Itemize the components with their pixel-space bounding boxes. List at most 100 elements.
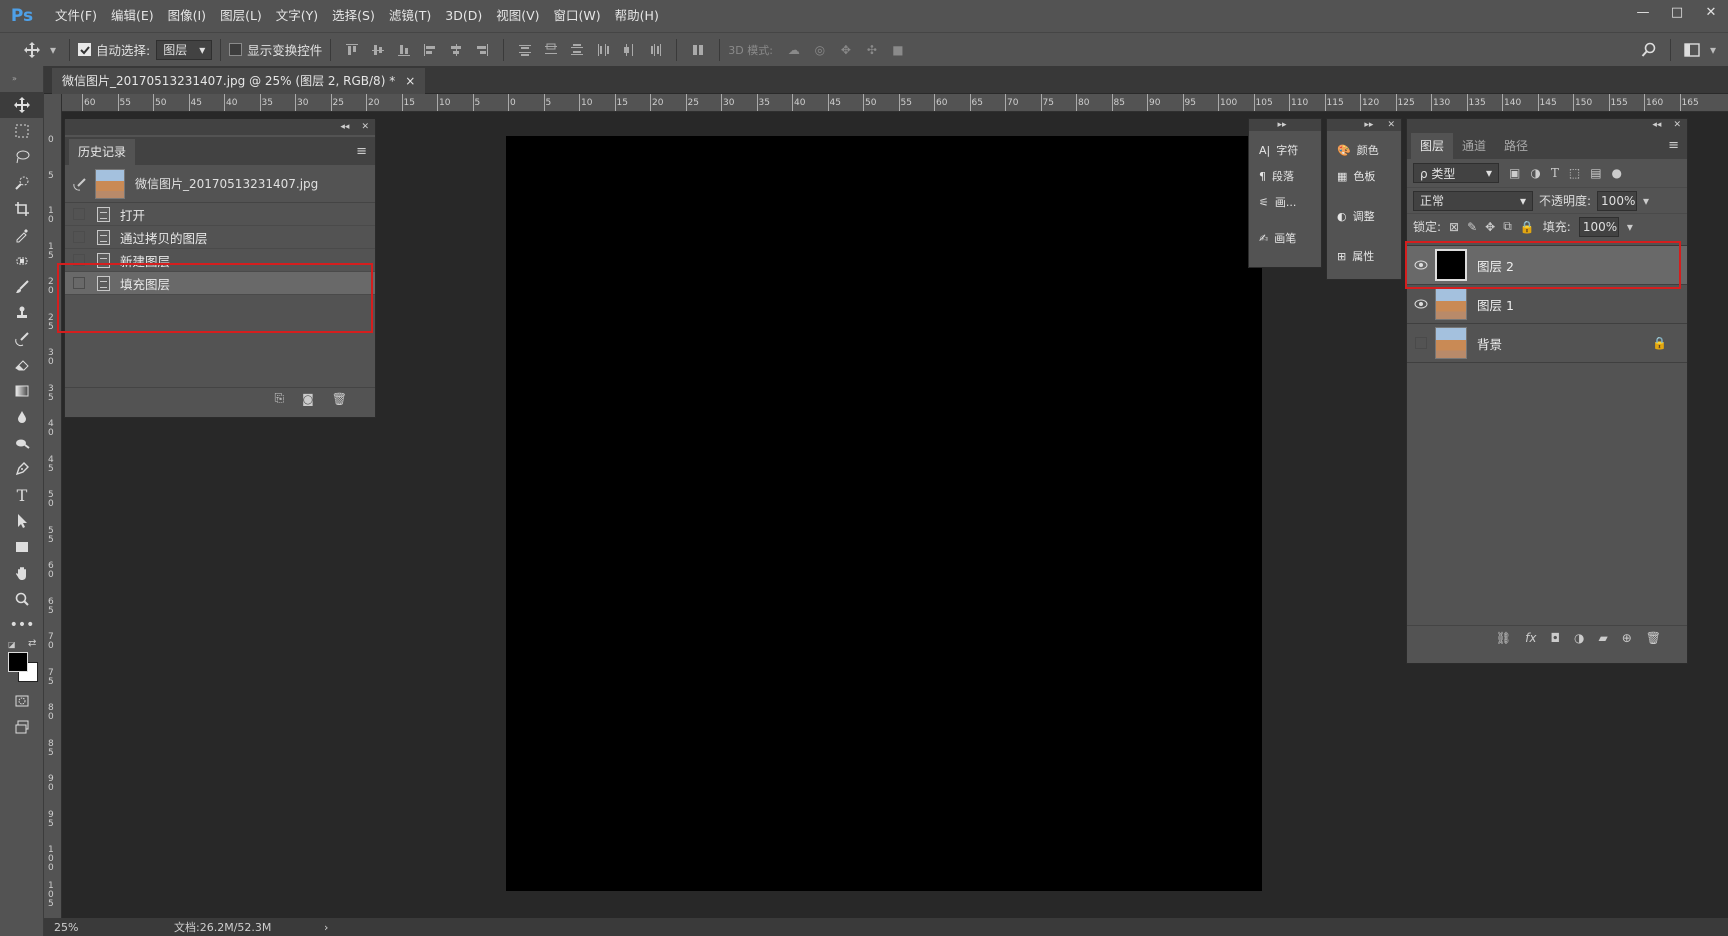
type-tool-icon[interactable]: T (0, 482, 44, 508)
rectangle-tool-icon[interactable] (0, 534, 44, 560)
hand-tool-icon[interactable] (0, 560, 44, 586)
panel-close-icon[interactable]: ✕ (1673, 120, 1681, 130)
filter-pixel-icon[interactable]: ▣ (1509, 166, 1520, 180)
menu-layer[interactable]: 图层(L) (213, 0, 269, 32)
distribute-hcenter-icon[interactable] (617, 38, 641, 62)
filter-toggle-icon[interactable]: ● (1612, 166, 1622, 180)
layer-filter-dropdown[interactable]: ρ 类型 ▾ (1413, 163, 1499, 183)
delete-state-icon[interactable]: 🗑 (332, 392, 347, 406)
toolbar-collapse-icon[interactable]: » (0, 66, 43, 92)
workspace-chevron-icon[interactable]: ▾ (1706, 38, 1720, 62)
history-brush-tool-icon[interactable] (0, 326, 44, 352)
menu-filter[interactable]: 滤镜(T) (382, 0, 438, 32)
workspace-icon[interactable] (1680, 38, 1704, 62)
filter-shape-icon[interactable]: ⬚ (1569, 166, 1580, 180)
align-right-icon[interactable] (470, 38, 494, 62)
history-step[interactable]: 打开 (65, 203, 375, 226)
menu-window[interactable]: 窗口(W) (547, 0, 608, 32)
default-colors-icon[interactable]: ◪ (8, 640, 16, 649)
paragraph-item[interactable]: ¶ 段落 (1249, 163, 1321, 189)
tool-preset-chevron-icon[interactable]: ▾ (46, 38, 60, 62)
lasso-tool-icon[interactable] (0, 144, 44, 170)
tab-channels[interactable]: 通道 (1453, 133, 1495, 159)
adjustments-item[interactable]: ◐ 调整 (1327, 203, 1401, 229)
layer-row[interactable]: 图层 1 (1407, 285, 1687, 324)
new-snapshot-icon[interactable]: ◙ (302, 392, 314, 406)
collapse-icon[interactable]: ◂◂ (340, 122, 349, 132)
fill-chevron-icon[interactable]: ▾ (1627, 220, 1633, 234)
zoom-tool-icon[interactable] (0, 586, 44, 612)
show-transform-checkbox[interactable] (229, 43, 243, 56)
menu-file[interactable]: 文件(F) (48, 0, 104, 32)
expand-icon[interactable]: ▸▸ (1364, 120, 1373, 130)
align-hcenter-icon[interactable] (444, 38, 468, 62)
auto-select-checkbox[interactable] (78, 43, 91, 56)
panel-menu-icon[interactable]: ≡ (1668, 138, 1687, 159)
lock-transparent-icon[interactable]: ⊠ (1449, 220, 1459, 234)
character-item[interactable]: A| 字符 (1249, 137, 1321, 163)
brush-settings-item[interactable]: ⚟ 画... (1249, 189, 1321, 215)
history-step[interactable]: 通过拷贝的图层 (65, 226, 375, 249)
new-layer-icon[interactable]: ⊕ (1622, 631, 1632, 645)
maximize-button[interactable]: □ (1660, 0, 1694, 24)
move-tool-icon[interactable] (0, 92, 44, 118)
panel-close-icon[interactable]: ✕ (361, 122, 369, 132)
filter-type-icon[interactable]: T (1551, 166, 1559, 180)
blur-tool-icon[interactable] (0, 404, 44, 430)
document-close-icon[interactable]: × (405, 68, 415, 94)
new-adjustment-icon[interactable]: ◑ (1574, 631, 1584, 645)
lock-all-icon[interactable]: 🔒 (1520, 220, 1535, 234)
collapse-icon[interactable]: ◂◂ (1652, 120, 1661, 130)
tab-layers[interactable]: 图层 (1411, 133, 1454, 159)
align-left-icon[interactable] (418, 38, 442, 62)
color-item[interactable]: 🎨 颜色 (1327, 137, 1401, 163)
screen-mode-icon[interactable] (0, 714, 44, 740)
crop-tool-icon[interactable] (0, 196, 44, 222)
history-brush-source-icon[interactable] (65, 177, 95, 191)
auto-select-dropdown[interactable]: 图层 ▾ (156, 39, 213, 60)
tab-history[interactable]: 历史记录 (69, 139, 136, 165)
document-tab[interactable]: 微信图片_20170513231407.jpg @ 25% (图层 2, RGB… (52, 68, 426, 94)
visibility-toggle[interactable] (1407, 337, 1435, 349)
add-mask-icon[interactable]: ◘ (1550, 631, 1560, 645)
search-icon[interactable] (1637, 38, 1661, 62)
align-top-icon[interactable] (340, 38, 364, 62)
brush-tool-icon[interactable] (0, 274, 44, 300)
more-tools-icon[interactable]: ••• (0, 612, 44, 638)
swap-colors-icon[interactable]: ⇄ (28, 638, 36, 649)
menu-select[interactable]: 选择(S) (325, 0, 382, 32)
distribute-bottom-icon[interactable] (565, 38, 589, 62)
3d-orbit-icon[interactable]: ☁ (782, 38, 806, 62)
3d-roll-icon[interactable]: ◎ (808, 38, 832, 62)
expand-icon[interactable]: ▸▸ (1277, 120, 1286, 130)
align-vcenter-icon[interactable] (366, 38, 390, 62)
foreground-color-swatch[interactable] (8, 652, 28, 672)
eraser-tool-icon[interactable] (0, 352, 44, 378)
opacity-input[interactable]: 100% (1597, 190, 1638, 211)
close-window-button[interactable]: ✕ (1694, 0, 1728, 24)
status-menu-arrow-icon[interactable]: › (324, 921, 328, 934)
marquee-tool-icon[interactable] (0, 118, 44, 144)
menu-edit[interactable]: 编辑(E) (104, 0, 161, 32)
menu-image[interactable]: 图像(I) (161, 0, 213, 32)
brushes-item[interactable]: ✍ 画笔 (1249, 225, 1321, 251)
new-group-icon[interactable]: ▰ (1598, 631, 1607, 645)
layer-row[interactable]: 背景 🔒 (1407, 324, 1687, 363)
path-select-tool-icon[interactable] (0, 508, 44, 534)
eyedropper-tool-icon[interactable] (0, 222, 44, 248)
panel-menu-icon[interactable]: ≡ (356, 144, 375, 165)
menu-3d[interactable]: 3D(D) (438, 0, 489, 32)
dodge-tool-icon[interactable] (0, 430, 44, 456)
menu-view[interactable]: 视图(V) (489, 0, 546, 32)
swatches-item[interactable]: ▦ 色板 (1327, 163, 1401, 189)
lock-artboard-icon[interactable]: ⧉ (1503, 219, 1512, 234)
link-layers-icon[interactable]: ⛓ (1496, 631, 1511, 645)
lock-icon[interactable]: 🔒 (1652, 336, 1667, 350)
auto-align-icon[interactable] (686, 38, 710, 62)
blend-mode-dropdown[interactable]: 正常 ▾ (1413, 190, 1533, 211)
move-tool-icon[interactable] (20, 38, 44, 62)
menu-help[interactable]: 帮助(H) (608, 0, 666, 32)
lock-pixels-icon[interactable]: ✎ (1467, 220, 1477, 234)
3d-pan-icon[interactable]: ✥ (834, 38, 858, 62)
quick-mask-icon[interactable] (0, 688, 44, 714)
